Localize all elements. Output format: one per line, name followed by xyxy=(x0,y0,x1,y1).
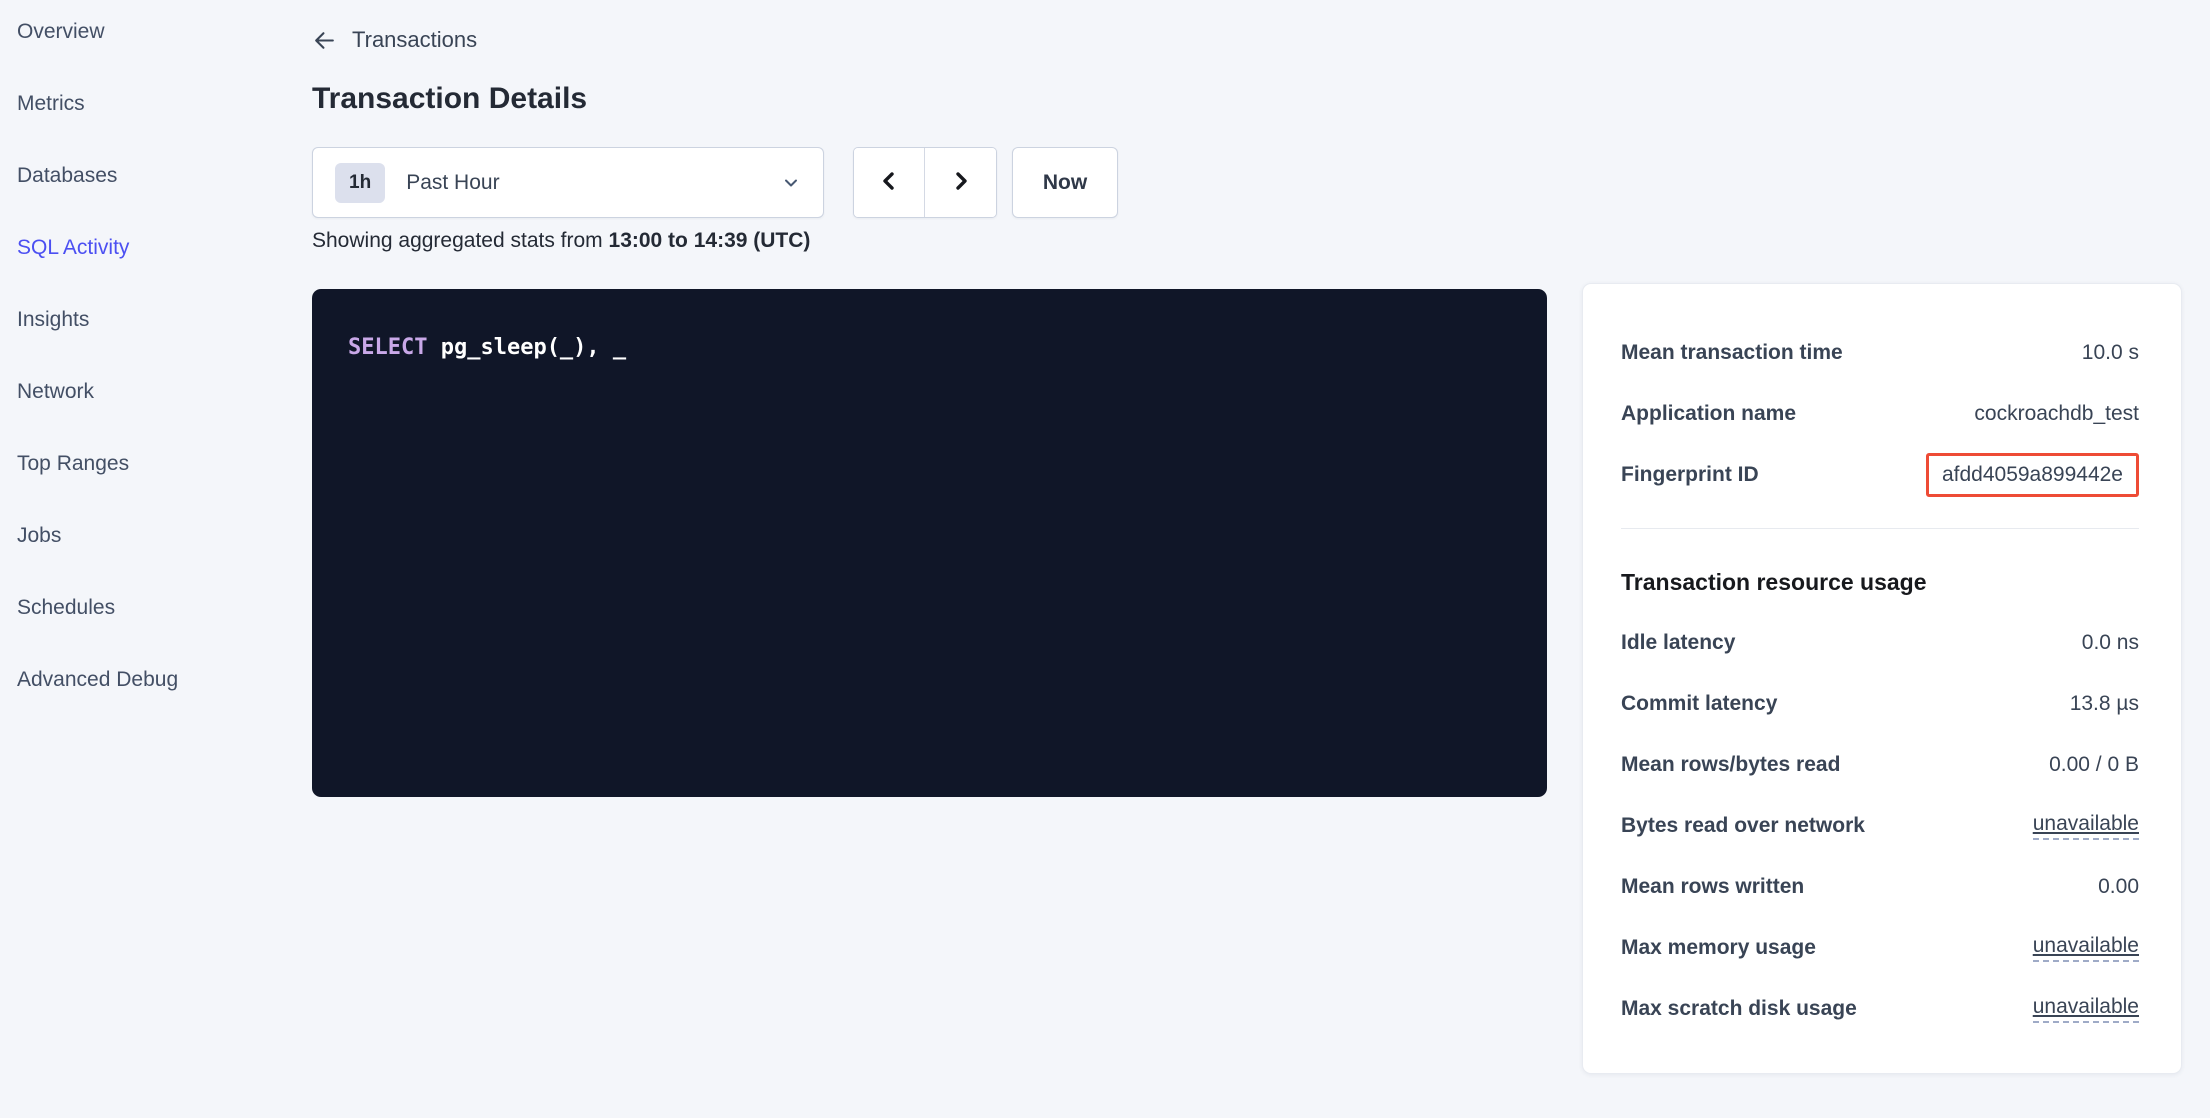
card-divider xyxy=(1621,528,2139,529)
detail-row-label: Fingerprint ID xyxy=(1621,463,1759,487)
time-controls: 1h Past Hour xyxy=(312,147,1118,218)
next-range-button[interactable] xyxy=(925,148,996,217)
fingerprint-id-value-highlighted: afdd4059a899442e xyxy=(1926,453,2139,497)
detail-row: Application name cockroachdb_test xyxy=(1621,394,2139,434)
detail-row-value: 0.00 xyxy=(2098,875,2139,899)
sql-keyword: SELECT xyxy=(348,335,427,360)
back-link-transactions[interactable]: Transactions xyxy=(352,27,477,53)
sidebar-item-insights[interactable]: Insights xyxy=(0,298,300,342)
detail-row-value[interactable]: unavailable xyxy=(2033,934,2139,962)
detail-row-value: cockroachdb_test xyxy=(1974,402,2139,426)
range-arrows-group xyxy=(853,147,997,218)
sql-statement-box: SELECT pg_sleep(_), _ xyxy=(312,289,1547,797)
sidebar-item-advanced-debug[interactable]: Advanced Debug xyxy=(0,658,300,702)
summary-prefix: Showing aggregated stats from xyxy=(312,229,609,252)
summary-range: 13:00 to 14:39 (UTC) xyxy=(609,229,811,252)
detail-row: Commit latency 13.8 µs xyxy=(1621,684,2139,724)
arrow-left-icon[interactable] xyxy=(312,28,337,53)
sidebar-item-network[interactable]: Network xyxy=(0,370,300,414)
sidebar-item-top-ranges[interactable]: Top Ranges xyxy=(0,442,300,486)
detail-row-label: Application name xyxy=(1621,402,1796,426)
detail-row-value: 0.0 ns xyxy=(2082,631,2139,655)
sidebar-item-metrics[interactable]: Metrics xyxy=(0,82,300,126)
detail-row-value: 0.00 / 0 B xyxy=(2049,753,2139,777)
sidebar-item-jobs[interactable]: Jobs xyxy=(0,514,300,558)
sql-statement-text: pg_sleep(_), _ xyxy=(427,335,626,360)
detail-row-label: Mean rows written xyxy=(1621,875,1804,899)
detail-row: Bytes read over network unavailable xyxy=(1621,806,2139,846)
now-button[interactable]: Now xyxy=(1012,147,1118,218)
chevron-left-icon xyxy=(877,169,901,196)
detail-row: Max memory usage unavailable xyxy=(1621,928,2139,968)
sidebar-nav: Overview Metrics Databases SQL Activity Insi… xyxy=(0,0,300,730)
transaction-details-card: Mean transaction time 10.0 s Application n… xyxy=(1582,283,2182,1074)
time-range-label: Past Hour xyxy=(406,171,499,195)
time-range-picker[interactable]: 1h Past Hour xyxy=(312,147,824,218)
detail-row: Max scratch disk usage unavailable xyxy=(1621,989,2139,1029)
detail-row-value[interactable]: unavailable xyxy=(2033,995,2139,1023)
detail-row: Mean transaction time 10.0 s xyxy=(1621,333,2139,373)
detail-row-label: Idle latency xyxy=(1621,631,1735,655)
prev-range-button[interactable] xyxy=(854,148,925,217)
detail-row-label: Max scratch disk usage xyxy=(1621,997,1857,1021)
aggregated-stats-summary: Showing aggregated stats from 13:00 to 1… xyxy=(312,229,810,253)
sidebar-item-overview[interactable]: Overview xyxy=(0,10,300,54)
detail-row: Idle latency 0.0 ns xyxy=(1621,623,2139,663)
detail-row: Mean rows/bytes read 0.00 / 0 B xyxy=(1621,745,2139,785)
sidebar-item-schedules[interactable]: Schedules xyxy=(0,586,300,630)
detail-row-value[interactable]: unavailable xyxy=(2033,812,2139,840)
chevron-down-icon xyxy=(781,173,801,193)
sidebar-item-databases[interactable]: Databases xyxy=(0,154,300,198)
chevron-right-icon xyxy=(949,169,973,196)
resource-usage-rows: Idle latency 0.0 ns Commit latency 13.8 µs M… xyxy=(1621,623,2139,1029)
detail-row-label: Bytes read over network xyxy=(1621,814,1865,838)
resource-usage-title: Transaction resource usage xyxy=(1621,569,2139,596)
time-range-badge: 1h xyxy=(335,163,385,203)
breadcrumb: Transactions xyxy=(312,27,477,53)
detail-row-value: 13.8 µs xyxy=(2070,692,2139,716)
detail-row-label: Mean transaction time xyxy=(1621,341,1843,365)
detail-row-label: Commit latency xyxy=(1621,692,1777,716)
detail-row-value: 10.0 s xyxy=(2082,341,2139,365)
detail-row: Mean rows written 0.00 xyxy=(1621,867,2139,907)
page-title: Transaction Details xyxy=(312,82,587,116)
detail-row-label: Max memory usage xyxy=(1621,936,1816,960)
detail-row: Fingerprint ID afdd4059a899442e xyxy=(1621,455,2139,495)
transaction-overview-rows: Mean transaction time 10.0 s Application n… xyxy=(1621,333,2139,495)
sidebar-item-sql-activity[interactable]: SQL Activity xyxy=(0,226,300,270)
detail-row-label: Mean rows/bytes read xyxy=(1621,753,1840,777)
